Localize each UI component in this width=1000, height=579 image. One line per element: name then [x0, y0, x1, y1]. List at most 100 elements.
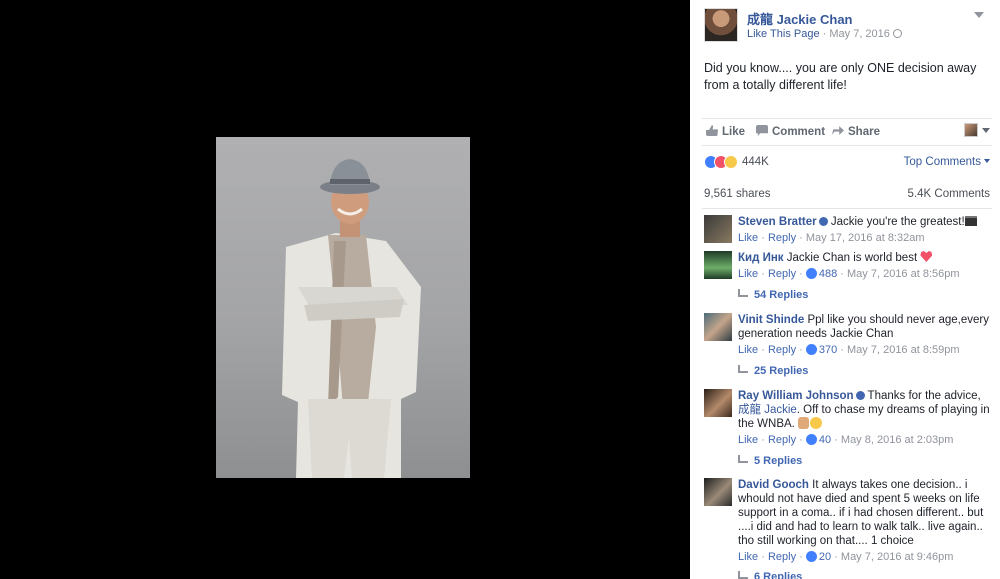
- meta-separator: ·: [758, 344, 768, 356]
- identity-selector[interactable]: [964, 123, 990, 139]
- like-count-icon: [805, 268, 817, 279]
- meta-separator: ·: [796, 551, 806, 563]
- comment-like-count[interactable]: 20: [819, 551, 831, 563]
- comment-body: Ray William Johnson Thanks for the advic…: [738, 389, 992, 447]
- post-date[interactable]: May 7, 2016: [829, 28, 890, 40]
- jackie-chan-photo: [282, 159, 421, 478]
- stats-row: 9,561 shares 5.4K Comments: [704, 188, 992, 202]
- replies-label: 25 Replies: [754, 365, 809, 377]
- share-button[interactable]: Share: [832, 125, 880, 138]
- meta-separator: ·: [796, 434, 806, 446]
- page-avatar[interactable]: [704, 8, 738, 42]
- replies-label: 54 Replies: [754, 289, 809, 301]
- like-label: Like: [722, 126, 746, 138]
- replies-label: 6 Replies: [754, 571, 803, 579]
- like-count-icon: [805, 551, 817, 562]
- like-page-link[interactable]: Like This Page: [747, 28, 820, 40]
- comment-reply-link[interactable]: Reply: [768, 232, 796, 244]
- meta-separator: ·: [758, 268, 768, 280]
- meta-separator: ·: [758, 551, 768, 563]
- meta-separator: ·: [831, 551, 841, 563]
- comment-time[interactable]: May 7, 2016 at 9:46pm: [841, 551, 954, 563]
- like-button[interactable]: Like: [706, 125, 745, 138]
- avatar[interactable]: [704, 215, 732, 243]
- post-photo[interactable]: [216, 137, 470, 478]
- reply-arrow-icon: [738, 571, 748, 579]
- comment-author[interactable]: Steven Bratter: [738, 216, 817, 228]
- comment-like-count[interactable]: 488: [819, 268, 837, 280]
- globe-icon: [892, 29, 902, 38]
- avatar[interactable]: [704, 251, 732, 279]
- mention-link[interactable]: 成龍 Jackie: [738, 404, 797, 416]
- comment-reply-link[interactable]: Reply: [768, 434, 796, 446]
- comment-like-link[interactable]: Like: [738, 232, 758, 244]
- divider: [702, 208, 992, 209]
- comment-author[interactable]: David Gooch: [738, 479, 809, 491]
- meta-separator: ·: [758, 434, 768, 446]
- like-count-icon: [805, 344, 817, 355]
- user-avatar: [964, 123, 978, 137]
- shares-count[interactable]: 9,561 shares: [704, 188, 771, 200]
- post-header: 成龍 Jackie Chan Like This Page · May 7, 2…: [704, 8, 990, 44]
- wow-reaction-icon[interactable]: [724, 155, 738, 169]
- comment-meta: Like · Reply · 488 · May 7, 2016 at 8:56…: [738, 267, 992, 281]
- view-replies-link[interactable]: 5 Replies: [738, 455, 802, 467]
- comments-count[interactable]: 5.4K Comments: [908, 188, 990, 200]
- like-count-icon: [805, 434, 817, 445]
- avatar[interactable]: [704, 478, 732, 506]
- comment-time[interactable]: May 7, 2016 at 8:59pm: [847, 344, 960, 356]
- view-replies-link[interactable]: 54 Replies: [738, 289, 808, 301]
- reply-arrow-icon: [738, 289, 748, 297]
- share-icon: [832, 126, 844, 135]
- post-panel: 成龍 Jackie Chan Like This Page · May 7, 2…: [690, 0, 1000, 579]
- comment-meta: Like · Reply · 20 · May 7, 2016 at 9:46p…: [738, 550, 992, 564]
- comment-time[interactable]: May 8, 2016 at 2:03pm: [841, 434, 954, 446]
- comment-time[interactable]: May 17, 2016 at 8:32am: [806, 232, 925, 244]
- post-meta: Like This Page · May 7, 2016: [747, 28, 902, 40]
- comment-text: Jackie Chan is world best: [783, 252, 921, 264]
- comment-author[interactable]: Ray William Johnson: [738, 390, 854, 402]
- reply-arrow-icon: [738, 455, 748, 463]
- share-label: Share: [848, 126, 880, 138]
- thumbs-up-icon: [706, 125, 718, 136]
- comment-body: David Gooch It always takes one decision…: [738, 478, 992, 564]
- meta-separator: ·: [758, 232, 768, 244]
- laughing-emoji-icon: [810, 417, 823, 429]
- avatar[interactable]: [704, 389, 732, 417]
- comment-label: Comment: [772, 126, 826, 138]
- comment-like-count[interactable]: 370: [819, 344, 837, 356]
- avatar[interactable]: [704, 313, 732, 341]
- heart-icon: [920, 251, 933, 262]
- comment-button[interactable]: Comment: [756, 125, 825, 138]
- comment-reply-link[interactable]: Reply: [768, 551, 796, 563]
- meta-separator: ·: [796, 344, 806, 356]
- view-replies-link[interactable]: 25 Replies: [738, 365, 808, 377]
- chevron-down-icon[interactable]: [974, 12, 984, 18]
- comment-reply-link[interactable]: Reply: [768, 344, 796, 356]
- view-replies-link[interactable]: 6 Replies: [738, 571, 802, 579]
- comment-author[interactable]: Кид Инк: [738, 252, 784, 264]
- comment-like-link[interactable]: Like: [738, 344, 758, 356]
- meta-separator: ·: [837, 268, 848, 280]
- comment-time[interactable]: May 7, 2016 at 8:56pm: [847, 268, 960, 280]
- page-name[interactable]: 成龍 Jackie Chan: [747, 9, 853, 28]
- comment-like-link[interactable]: Like: [738, 551, 758, 563]
- comment-body: Vinit Shinde Ppl like you should never a…: [738, 313, 992, 357]
- meta-separator: ·: [796, 268, 806, 280]
- comment-like-link[interactable]: Like: [738, 434, 758, 446]
- meta-separator: ·: [796, 232, 806, 244]
- comment-like-count[interactable]: 40: [819, 434, 831, 446]
- action-bar: Like Comment Share: [702, 118, 992, 146]
- reaction-count[interactable]: 444K: [742, 156, 769, 168]
- chevron-down-icon: [982, 128, 990, 133]
- comment-body: Кид Инк Jackie Chan is world best Like ·…: [738, 251, 992, 281]
- comment-reply-link[interactable]: Reply: [768, 268, 796, 280]
- pointing-hand-icon: [798, 417, 810, 429]
- comment-author[interactable]: Vinit Shinde: [738, 314, 804, 326]
- comment-like-link[interactable]: Like: [738, 268, 758, 280]
- verified-icon: [855, 391, 865, 400]
- meta-separator: ·: [837, 344, 848, 356]
- comment-body: Steven Bratter Jackie you're the greates…: [738, 215, 992, 245]
- top-comments-dropdown[interactable]: Top Comments: [904, 156, 990, 168]
- replies-label: 5 Replies: [754, 455, 803, 467]
